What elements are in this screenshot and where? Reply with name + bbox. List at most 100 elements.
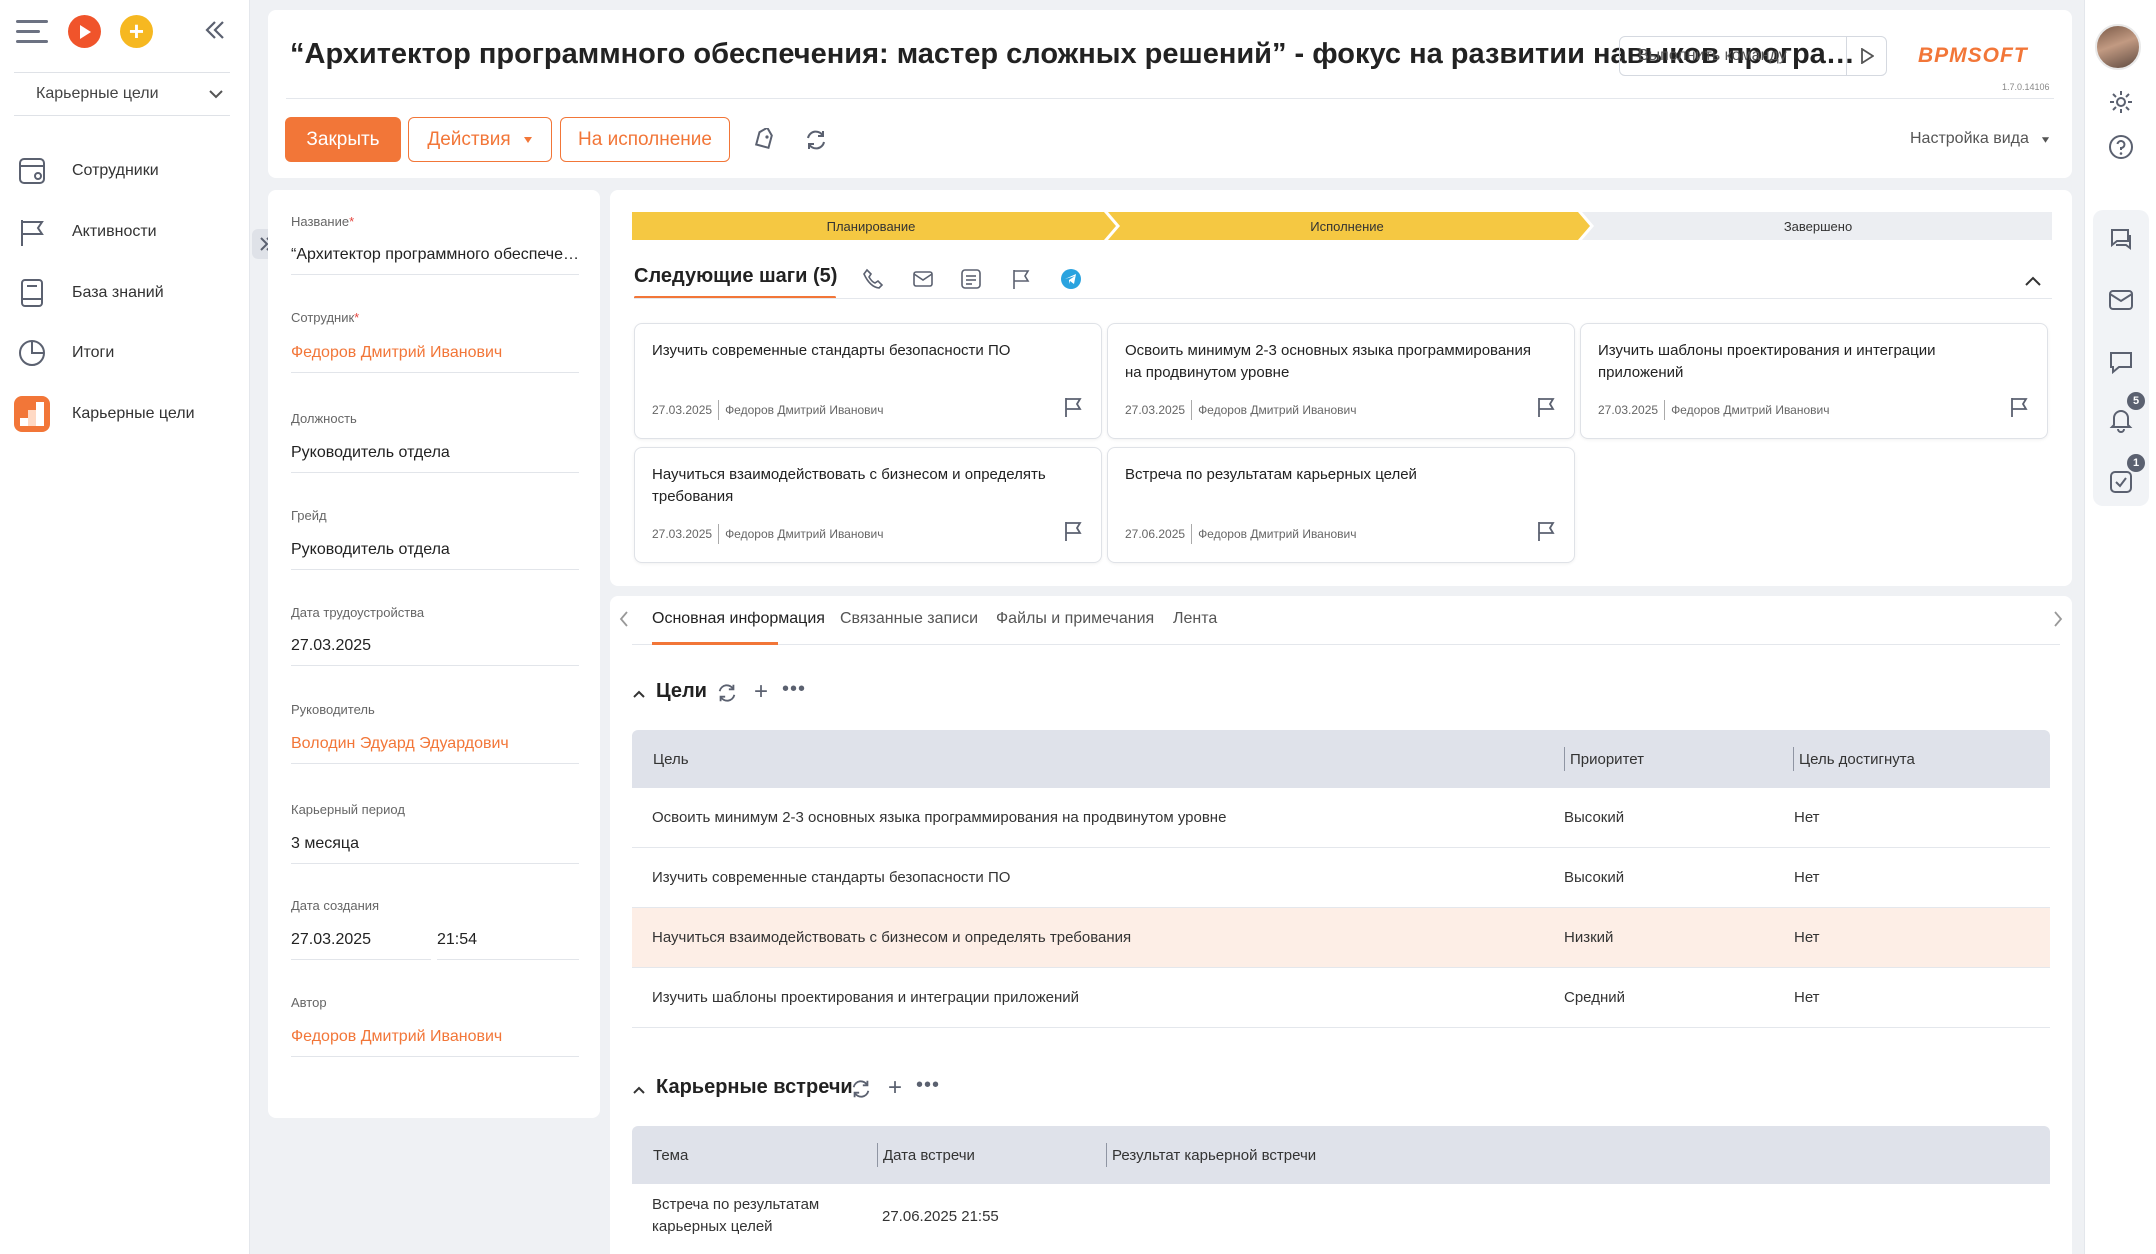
hire-date-field[interactable]: 27.03.2025 — [291, 637, 579, 666]
table-row[interactable]: Изучить шаблоны проектирования и интегра… — [632, 968, 2050, 1028]
command-input[interactable]: Выполнить команду — [1619, 36, 1887, 76]
sidebar-item-label: Активности — [72, 223, 157, 240]
refresh-icon[interactable] — [804, 128, 828, 157]
next-step-title: Изучить современные стандарты безопаснос… — [652, 342, 1011, 359]
actions-button[interactable]: Действия — [408, 117, 552, 162]
view-settings-button[interactable]: Настройка вида — [1910, 130, 2050, 148]
created-date-field[interactable]: 27.03.2025 — [291, 931, 431, 960]
help-icon[interactable] — [2107, 133, 2135, 161]
flag-icon[interactable] — [1536, 396, 1556, 418]
next-step-card[interactable]: Изучить современные стандарты безопаснос… — [634, 323, 1102, 439]
column-header[interactable]: Тема — [653, 1126, 688, 1184]
next-step-card[interactable]: Встреча по результатам карьерных целей 2… — [1107, 447, 1575, 563]
play-icon[interactable] — [1846, 37, 1886, 75]
field-label: Дата трудоустройства — [291, 605, 425, 620]
column-header[interactable]: Приоритет — [1564, 747, 1644, 771]
add-icon[interactable]: + — [754, 678, 768, 706]
email-icon[interactable] — [912, 270, 934, 293]
book-icon — [14, 275, 50, 311]
collapse-goals-icon[interactable] — [632, 686, 646, 704]
tag-icon[interactable] — [752, 126, 776, 157]
pie-chart-icon — [14, 335, 50, 371]
note-icon[interactable] — [960, 268, 982, 295]
refresh-icon[interactable] — [716, 682, 738, 709]
manager-field[interactable]: Володин Эдуард Эдуардович — [291, 735, 579, 764]
tab-related-records[interactable]: Связанные записи — [840, 610, 978, 628]
record-form: Название* “Архитектор программного обесп… — [268, 190, 600, 1118]
run-process-icon[interactable] — [68, 15, 101, 48]
email-icon[interactable] — [2107, 286, 2135, 314]
menu-icon[interactable] — [16, 20, 48, 44]
add-icon[interactable]: + — [888, 1074, 902, 1102]
column-header[interactable]: Дата встречи — [877, 1143, 975, 1167]
phone-icon[interactable] — [862, 268, 884, 295]
column-header[interactable]: Результат карьерной встречи — [1106, 1143, 1316, 1167]
table-row[interactable]: Научиться взаимодействовать с бизнесом и… — [632, 908, 2050, 968]
created-time-field[interactable]: 21:54 — [437, 931, 579, 960]
flag-icon[interactable] — [2009, 396, 2029, 418]
collapse-meetings-icon[interactable] — [632, 1082, 646, 1100]
flag-icon[interactable] — [1063, 396, 1083, 418]
gear-icon[interactable] — [2107, 88, 2135, 116]
tab-files-notes[interactable]: Файлы и примечания — [996, 610, 1154, 628]
notifications-badge: 5 — [2127, 392, 2145, 410]
close-button[interactable]: Закрыть — [285, 117, 401, 162]
bell-icon[interactable] — [2107, 406, 2135, 434]
column-header[interactable]: Цель достигнута — [1793, 747, 1915, 771]
divider — [632, 644, 2060, 645]
table-row[interactable]: Освоить минимум 2-3 основных языка прогр… — [632, 788, 2050, 848]
achieved-cell: Нет — [1794, 989, 1820, 1006]
goal-cell: Освоить минимум 2-3 основных языка прогр… — [652, 809, 1227, 826]
sidebar-item-knowledge-base[interactable]: База знаний — [14, 267, 239, 319]
flag-icon[interactable] — [1010, 268, 1032, 295]
page-header: “Архитектор программного обеспечения: ма… — [268, 10, 2072, 178]
more-icon[interactable]: ••• — [916, 1074, 940, 1097]
employee-field[interactable]: Федоров Дмитрий Иванович — [291, 344, 579, 373]
collapse-sidebar-icon[interactable] — [204, 18, 226, 47]
section-select-value: Карьерные цели — [36, 85, 159, 102]
next-step-title: Изучить шаблоны проектирования и интегра… — [1598, 342, 1936, 381]
field-label: Карьерный период — [291, 802, 405, 817]
grade-field[interactable]: Руководитель отдела — [291, 541, 579, 570]
chevron-right-icon[interactable] — [2052, 610, 2064, 633]
employee-card-icon — [14, 153, 50, 189]
author-field[interactable]: Федоров Дмитрий Иванович — [291, 1028, 579, 1057]
table-row[interactable]: Изучить современные стандарты безопаснос… — [632, 848, 2050, 908]
sidebar-item-activities[interactable]: Активности — [14, 206, 239, 258]
stage-completed[interactable]: Завершено — [1584, 212, 2052, 240]
stage-planning[interactable]: Планирование — [632, 212, 1110, 240]
more-icon[interactable]: ••• — [782, 678, 806, 701]
tab-feed[interactable]: Лента — [1173, 610, 1217, 628]
table-row[interactable]: Встреча по результатам карьерных целей 2… — [632, 1184, 2050, 1248]
goal-cell: Изучить современные стандарты безопаснос… — [652, 869, 1011, 886]
flag-icon[interactable] — [1063, 520, 1083, 542]
chevron-left-icon[interactable] — [618, 610, 630, 633]
chevron-up-icon[interactable] — [2024, 274, 2042, 292]
flag-icon[interactable] — [1536, 520, 1556, 542]
execute-button[interactable]: На исполнение — [560, 117, 730, 162]
priority-cell: Высокий — [1564, 809, 1625, 826]
name-field[interactable]: “Архитектор программного обеспечения: ма… — [291, 246, 579, 275]
position-field[interactable]: Руководитель отдела — [291, 444, 579, 473]
avatar[interactable] — [2095, 24, 2141, 70]
tab-main-info[interactable]: Основная информация — [652, 610, 825, 628]
sidebar-item-employees[interactable]: Сотрудники — [14, 145, 239, 197]
section-select[interactable]: Карьерные цели — [14, 72, 230, 116]
sidebar-item-results[interactable]: Итоги — [14, 327, 239, 379]
next-step-card[interactable]: Изучить шаблоны проектирования и интегра… — [1580, 323, 2048, 439]
next-steps-title[interactable]: Следующие шаги (5) — [634, 265, 837, 288]
add-icon[interactable]: + — [120, 15, 153, 48]
comment-icon[interactable] — [2107, 348, 2135, 376]
career-period-field[interactable]: 3 месяца — [291, 835, 579, 864]
field-label: Название* — [291, 214, 355, 229]
next-step-meta: 27.03.2025 Федоров Дмитрий Иванович — [1598, 400, 1830, 420]
task-icon[interactable] — [2107, 468, 2135, 496]
refresh-icon[interactable] — [850, 1078, 872, 1105]
next-step-card[interactable]: Освоить минимум 2-3 основных языка прогр… — [1107, 323, 1575, 439]
telegram-icon[interactable] — [1060, 268, 1082, 295]
next-step-card[interactable]: Научиться взаимодействовать с бизнесом и… — [634, 447, 1102, 563]
chat-icon[interactable] — [2107, 224, 2135, 252]
stage-execution[interactable]: Исполнение — [1110, 212, 1584, 240]
column-header[interactable]: Цель — [653, 730, 689, 788]
sidebar-item-career-goals[interactable]: Карьерные цели — [14, 388, 239, 440]
